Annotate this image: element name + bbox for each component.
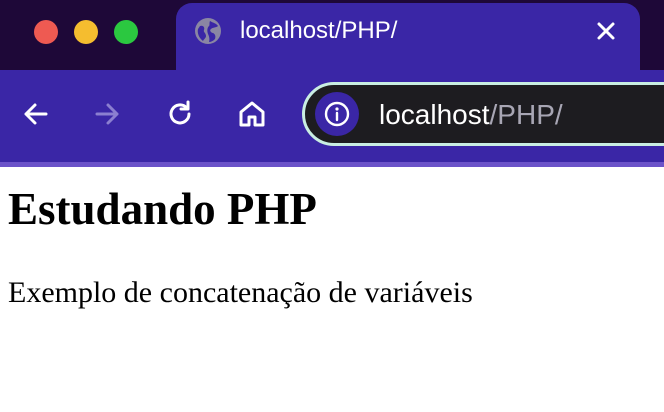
browser-window: localhost/PHP/ localhost/PHP/ Estudando … bbox=[0, 0, 664, 412]
globe-icon bbox=[194, 17, 222, 45]
info-icon[interactable] bbox=[315, 92, 359, 136]
tab-strip: localhost/PHP/ bbox=[0, 0, 664, 70]
window-minimize-button[interactable] bbox=[74, 20, 98, 44]
window-close-button[interactable] bbox=[34, 20, 58, 44]
arrow-right-icon[interactable] bbox=[91, 98, 123, 130]
page-content: Estudando PHP Exemplo de concatenação de… bbox=[0, 167, 664, 412]
tab-title: localhost/PHP/ bbox=[240, 17, 398, 44]
home-icon[interactable] bbox=[236, 98, 268, 130]
active-tab[interactable]: localhost/PHP/ bbox=[176, 3, 640, 70]
page-paragraph: Exemplo de concatenação de variáveis bbox=[8, 276, 473, 309]
tab-close-icon[interactable] bbox=[594, 19, 618, 43]
address-host: localhost bbox=[379, 99, 490, 130]
address-bar[interactable]: localhost/PHP/ bbox=[302, 82, 664, 146]
reload-icon[interactable] bbox=[164, 98, 196, 130]
arrow-left-icon[interactable] bbox=[20, 98, 52, 130]
address-url[interactable]: localhost/PHP/ bbox=[379, 98, 563, 132]
page-heading: Estudando PHP bbox=[8, 184, 317, 234]
window-maximize-button[interactable] bbox=[114, 20, 138, 44]
browser-toolbar: localhost/PHP/ bbox=[0, 70, 664, 162]
address-path: /PHP/ bbox=[489, 99, 563, 130]
